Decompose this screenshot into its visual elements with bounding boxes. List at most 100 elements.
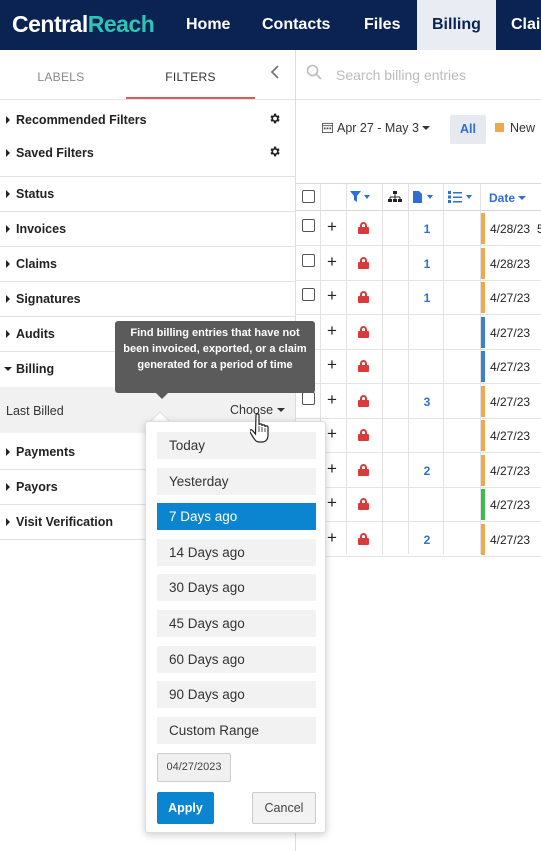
- dropdown-option[interactable]: 60 Days ago: [157, 645, 316, 673]
- section-signatures[interactable]: Signatures: [0, 282, 295, 317]
- lock-icon: [358, 222, 369, 234]
- cancel-button[interactable]: Cancel: [252, 792, 316, 824]
- expand-row-icon[interactable]: +: [327, 253, 337, 270]
- row-checkbox[interactable]: [302, 391, 315, 405]
- nav-billing[interactable]: Billing: [417, 0, 496, 50]
- row-count[interactable]: 2: [412, 464, 442, 478]
- dropdown-option[interactable]: Today: [157, 432, 316, 459]
- caret-right-icon: [6, 448, 10, 456]
- legend-new[interactable]: New: [495, 121, 535, 135]
- row-checkbox[interactable]: [302, 253, 315, 267]
- logo-text-reach: Reach: [87, 11, 155, 37]
- status-stripe: [481, 523, 485, 555]
- row-count[interactable]: 3: [412, 395, 442, 409]
- table-row[interactable]: +2 4/27/23: [296, 522, 541, 557]
- hand-cursor-icon: [250, 413, 269, 443]
- date-range-picker[interactable]: Apr 27 - May 3: [322, 121, 431, 135]
- expand-row-icon[interactable]: +: [327, 218, 337, 235]
- checklist-column-icon[interactable]: [448, 191, 474, 206]
- expand-row-icon[interactable]: +: [327, 356, 337, 373]
- date-column-header[interactable]: Date: [489, 191, 527, 205]
- status-stripe: [481, 213, 485, 244]
- lock-icon: [358, 256, 369, 269]
- dropdown-option[interactable]: 30 Days ago: [157, 574, 316, 602]
- filter-all-button[interactable]: All: [450, 115, 486, 144]
- expand-row-icon[interactable]: +: [327, 322, 337, 339]
- last-billed-dropdown: Today Yesterday 7 Days ago 14 Days ago 30 Da…: [145, 421, 326, 833]
- dropdown-option[interactable]: 90 Days ago: [157, 681, 316, 709]
- apply-button[interactable]: Apply: [157, 792, 214, 824]
- nav-claims[interactable]: Clai: [511, 0, 540, 50]
- caret-right-icon: [6, 190, 10, 198]
- custom-date-input[interactable]: 04/27/2023: [157, 753, 231, 782]
- section-label: Recommended Filters: [16, 113, 147, 127]
- section-claims[interactable]: Claims: [0, 247, 295, 282]
- section-label: Invoices: [16, 222, 67, 236]
- expand-row-icon[interactable]: +: [327, 287, 337, 304]
- section-saved-filters[interactable]: Saved Filters: [0, 135, 295, 168]
- select-all-checkbox[interactable]: [302, 190, 315, 203]
- expand-row-icon[interactable]: +: [327, 494, 337, 511]
- expand-row-icon[interactable]: +: [327, 391, 337, 408]
- dropdown-option[interactable]: 45 Days ago: [157, 610, 316, 637]
- table-row[interactable]: +4/27/23: [296, 418, 541, 453]
- hierarchy-icon[interactable]: [388, 191, 402, 206]
- column-divider: [480, 183, 481, 554]
- dropdown-option[interactable]: Custom Range: [157, 716, 316, 744]
- row-extra: 5: [537, 222, 541, 236]
- table-row[interactable]: +1 4/28/23: [296, 246, 541, 281]
- expand-row-icon[interactable]: +: [327, 529, 337, 546]
- tab-filters[interactable]: FILTERS: [126, 50, 255, 100]
- row-count[interactable]: 1: [412, 291, 442, 305]
- table-row[interactable]: +4/27/23: [296, 349, 541, 384]
- caret-right-icon: [6, 149, 10, 157]
- status-stripe: [481, 351, 485, 382]
- search-input[interactable]: [336, 62, 536, 88]
- section-status[interactable]: Status: [0, 177, 295, 212]
- active-tab-indicator: [126, 97, 255, 99]
- expand-row-icon[interactable]: +: [327, 425, 337, 442]
- status-stripe: [481, 282, 485, 313]
- filter-column-icon[interactable]: [350, 191, 370, 206]
- gear-icon[interactable]: [268, 112, 281, 128]
- centralreach-logo[interactable]: CentralReach: [12, 11, 155, 38]
- table-row[interactable]: +4/27/23: [296, 487, 541, 522]
- caret-down-icon: [422, 126, 431, 130]
- row-count[interactable]: 1: [412, 222, 442, 236]
- date-range-label: Apr 27 - May 3: [337, 121, 419, 135]
- lock-icon: [358, 429, 369, 441]
- table-row[interactable]: +3 4/27/23: [296, 384, 541, 419]
- tooltip-arrow: [156, 393, 168, 399]
- nav-home[interactable]: Home: [186, 0, 230, 50]
- table-row[interactable]: +2 4/27/23: [296, 453, 541, 488]
- collapse-panel-icon[interactable]: [266, 64, 284, 84]
- section-label: Claims: [16, 257, 57, 271]
- row-checkbox[interactable]: [302, 219, 315, 232]
- expand-row-icon[interactable]: +: [327, 460, 337, 477]
- section-invoices[interactable]: Invoices: [0, 212, 295, 247]
- row-checkbox[interactable]: [302, 288, 315, 301]
- row-date: 4/28/23: [490, 256, 531, 271]
- new-swatch: [495, 123, 504, 132]
- dropdown-option[interactable]: Yesterday: [157, 467, 316, 495]
- table-row[interactable]: +1 4/28/23 5: [296, 211, 541, 246]
- nav-contacts[interactable]: Contacts: [262, 0, 330, 50]
- dropdown-option[interactable]: 14 Days ago: [157, 538, 316, 566]
- column-divider: [346, 183, 347, 554]
- tab-labels[interactable]: LABELS: [0, 50, 122, 100]
- status-stripe: [481, 385, 485, 417]
- gear-icon[interactable]: [268, 145, 281, 161]
- row-date: 4/27/23: [490, 532, 531, 547]
- section-recommended-filters[interactable]: Recommended Filters: [0, 102, 295, 135]
- panel-tabs: LABELS FILTERS: [0, 50, 295, 100]
- row-count[interactable]: 1: [412, 257, 442, 271]
- lock-icon: [358, 360, 369, 372]
- dropdown-option[interactable]: 7 Days ago: [157, 503, 316, 531]
- table-row[interactable]: +4/27/23: [296, 315, 541, 350]
- section-label: Billing: [16, 362, 55, 376]
- row-count[interactable]: 2: [412, 533, 442, 547]
- document-column-icon[interactable]: [413, 191, 435, 206]
- table-row[interactable]: +1 4/27/23: [296, 280, 541, 315]
- row-date: 4/27/23: [490, 291, 531, 305]
- nav-files[interactable]: Files: [364, 0, 400, 50]
